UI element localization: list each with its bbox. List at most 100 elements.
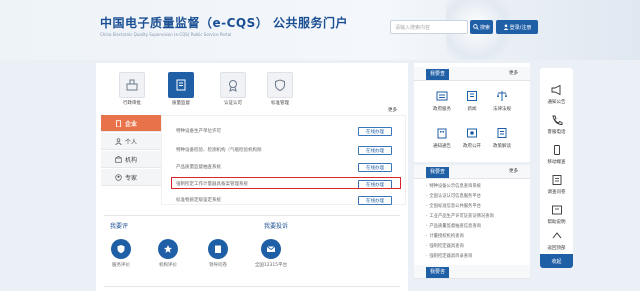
laws-link[interactable]: 法律法规	[488, 90, 516, 112]
evaluate-service-label: 服务评价	[112, 263, 130, 268]
online-handle-button[interactable]: 在线办理	[358, 196, 392, 205]
query-panel-more[interactable]: 更多	[509, 70, 518, 76]
divider	[104, 286, 400, 287]
login-button[interactable]: 登录/注册	[496, 20, 538, 34]
divider	[104, 215, 400, 216]
consult-panel-title: 我要咨	[426, 267, 450, 278]
category-label: 行政审批	[123, 101, 141, 106]
list-item[interactable]: 计量授权机构查询	[426, 233, 463, 239]
sidebar-item-notices[interactable]: 通知公告	[540, 84, 573, 105]
list-panel-header: 我要查 更多	[414, 165, 530, 179]
approval-icon	[126, 79, 138, 91]
evaluate-institution-label: 机构评价	[159, 263, 177, 268]
notices-link[interactable]: 通知通告	[428, 127, 456, 149]
leader-survey-label: 领导问卷	[209, 263, 227, 268]
clipboard-icon	[215, 245, 221, 253]
sidebar-item-survey[interactable]: 调查问卷	[540, 175, 573, 195]
category-label: 质量监督	[172, 101, 190, 106]
query-panel: 我要查 更多 政府服务 新闻 法律法规 通知通告 政府公开 政策解读	[414, 63, 530, 162]
arrow-up-icon	[552, 232, 561, 239]
page-title: 中国电子质量监督（e-CQS） 公共服务门户	[100, 16, 348, 30]
document-icon	[176, 79, 186, 91]
list-item[interactable]: 全国认证认可信息服务平台	[426, 193, 481, 199]
services-more-link[interactable]: 更多	[388, 107, 397, 113]
building-icon	[437, 128, 447, 139]
policy-link[interactable]: 政策解读	[488, 127, 516, 149]
list-item[interactable]: 强制检定器具查询	[426, 243, 463, 249]
tab-label: 企业	[125, 120, 138, 128]
online-handle-button[interactable]: 在线办理	[358, 127, 392, 136]
list-item[interactable]: 全国标准信息公共服务平台	[426, 203, 481, 209]
sidebar-item-back-to-top[interactable]: 返回顶部	[540, 231, 573, 251]
list-panel: 我要查 更多 特种设备公示信息查询系统 全国认证认可信息服务平台 全国标准信息公…	[414, 165, 530, 279]
login-button-label: 登录/注册	[509, 24, 532, 31]
evaluate-service[interactable]: 服务评价	[104, 239, 138, 268]
evaluate-title: 我要评	[110, 223, 129, 230]
news-icon	[467, 91, 477, 101]
online-handle-button[interactable]: 在线办理	[358, 146, 392, 155]
search-input[interactable]: 请输入搜索内容	[390, 20, 468, 34]
complaint-12315-label: 全国12315平台	[254, 263, 288, 268]
list-item[interactable]: 工业产品生产许可证获证情况查询	[426, 213, 493, 219]
institution-icon	[115, 155, 122, 163]
sidebar-label: 帮助说明	[547, 220, 566, 225]
header: 中国电子质量监督（e-CQS） 公共服务门户 China Electronic …	[0, 0, 640, 60]
sidebar-item-mobile[interactable]: 移动端查	[540, 145, 573, 165]
search-button[interactable]: 搜索	[470, 20, 493, 34]
list-item[interactable]: 强制检定器具目录查询	[426, 253, 472, 259]
category-label: 标准管理	[271, 101, 289, 106]
query-panel-header: 我要查 更多	[414, 67, 530, 81]
category-quality-supervision[interactable]: 质量监督	[168, 72, 194, 108]
policy-label: 政策解读	[493, 144, 511, 149]
tab-institution[interactable]: 机构	[101, 151, 161, 168]
highlight-box	[171, 177, 401, 189]
service-name[interactable]: 标准物质定级鉴定系统	[176, 197, 221, 203]
online-handle-button[interactable]: 在线办理	[358, 163, 392, 172]
sidebar-item-help[interactable]: 帮助说明	[540, 205, 573, 225]
evaluate-institution[interactable]: 机构评价	[151, 239, 185, 268]
category-standards[interactable]: 标准管理	[267, 72, 293, 108]
news-link[interactable]: 新闻	[458, 90, 486, 112]
expert-icon	[115, 173, 122, 181]
leader-survey[interactable]: 领导问卷	[201, 239, 235, 268]
service-name[interactable]: 特种设备生产单位许可	[176, 128, 221, 134]
person-icon	[115, 137, 122, 145]
phone-icon	[551, 115, 562, 125]
tab-enterprise[interactable]: 企业	[101, 115, 161, 132]
category-label: 认证认可	[224, 101, 242, 106]
badge-icon	[229, 80, 237, 92]
shield-icon	[275, 79, 285, 92]
list-item[interactable]: 产品质量监督抽查信息查询	[426, 223, 481, 229]
float-sidebar: 通知公告 客服电话 移动端查 调查问卷 帮助说明 返回顶部 收起	[540, 68, 573, 268]
list-panel-more[interactable]: 更多	[509, 168, 518, 174]
public-info-icon	[467, 128, 477, 138]
tab-personal[interactable]: 个人	[101, 133, 161, 150]
shield-icon	[117, 245, 125, 254]
laws-label: 法律法规	[493, 107, 511, 112]
star-icon	[164, 245, 172, 253]
complaint-title: 我要投诉	[264, 223, 289, 230]
megaphone-icon	[551, 84, 560, 96]
complaint-12315[interactable]: 全国12315平台	[254, 239, 288, 268]
gov-service-icon	[436, 91, 448, 101]
gov-public-link[interactable]: 政府公开	[458, 127, 486, 149]
sidebar-label: 返回顶部	[547, 246, 566, 251]
sidebar-item-phone[interactable]: 客服电话	[540, 115, 573, 135]
gov-service-link[interactable]: 政府服务	[428, 90, 456, 112]
sidebar-label: 调查问卷	[547, 190, 566, 195]
tab-label: 专家	[125, 174, 138, 182]
page-subtitle: China Electronic Quality Supervision (e-…	[100, 32, 232, 37]
building-icon	[115, 119, 122, 127]
help-icon	[551, 205, 562, 215]
user-icon	[503, 24, 509, 30]
category-admin-approval[interactable]: 行政审批	[119, 72, 145, 108]
list-item[interactable]: 特种设备公示信息查询系统	[426, 183, 481, 189]
collapse-button[interactable]: 收起	[540, 254, 573, 268]
category-certification[interactable]: 认证认可	[220, 72, 246, 108]
service-name[interactable]: 特种设备检验、检测机构（气瓶检验机构除	[176, 147, 262, 153]
policy-icon	[497, 128, 507, 138]
sidebar-label: 通知公告	[547, 100, 566, 105]
tab-expert[interactable]: 专家	[101, 169, 161, 186]
service-name[interactable]: 产品质量监督抽查系统	[176, 164, 221, 170]
tab-label: 个人	[125, 138, 138, 146]
